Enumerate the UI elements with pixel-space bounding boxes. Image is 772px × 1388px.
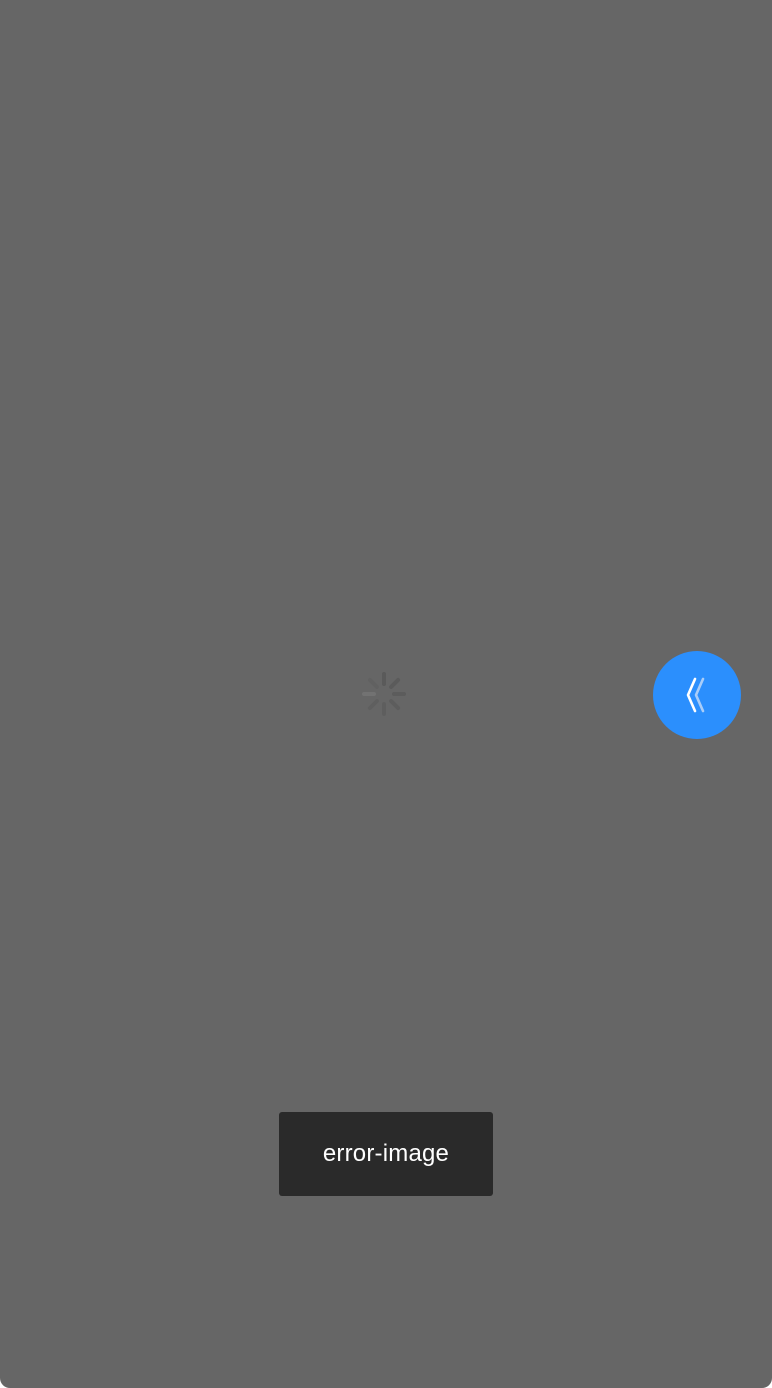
modal-overlay: error-image [0, 0, 772, 1388]
double-chevron-left-icon [686, 677, 705, 713]
loading-spinner-icon [361, 671, 407, 717]
toast-message: error-image [322, 1140, 450, 1167]
error-toast: error-image [279, 1112, 493, 1196]
collapse-panel-button[interactable] [653, 651, 741, 739]
